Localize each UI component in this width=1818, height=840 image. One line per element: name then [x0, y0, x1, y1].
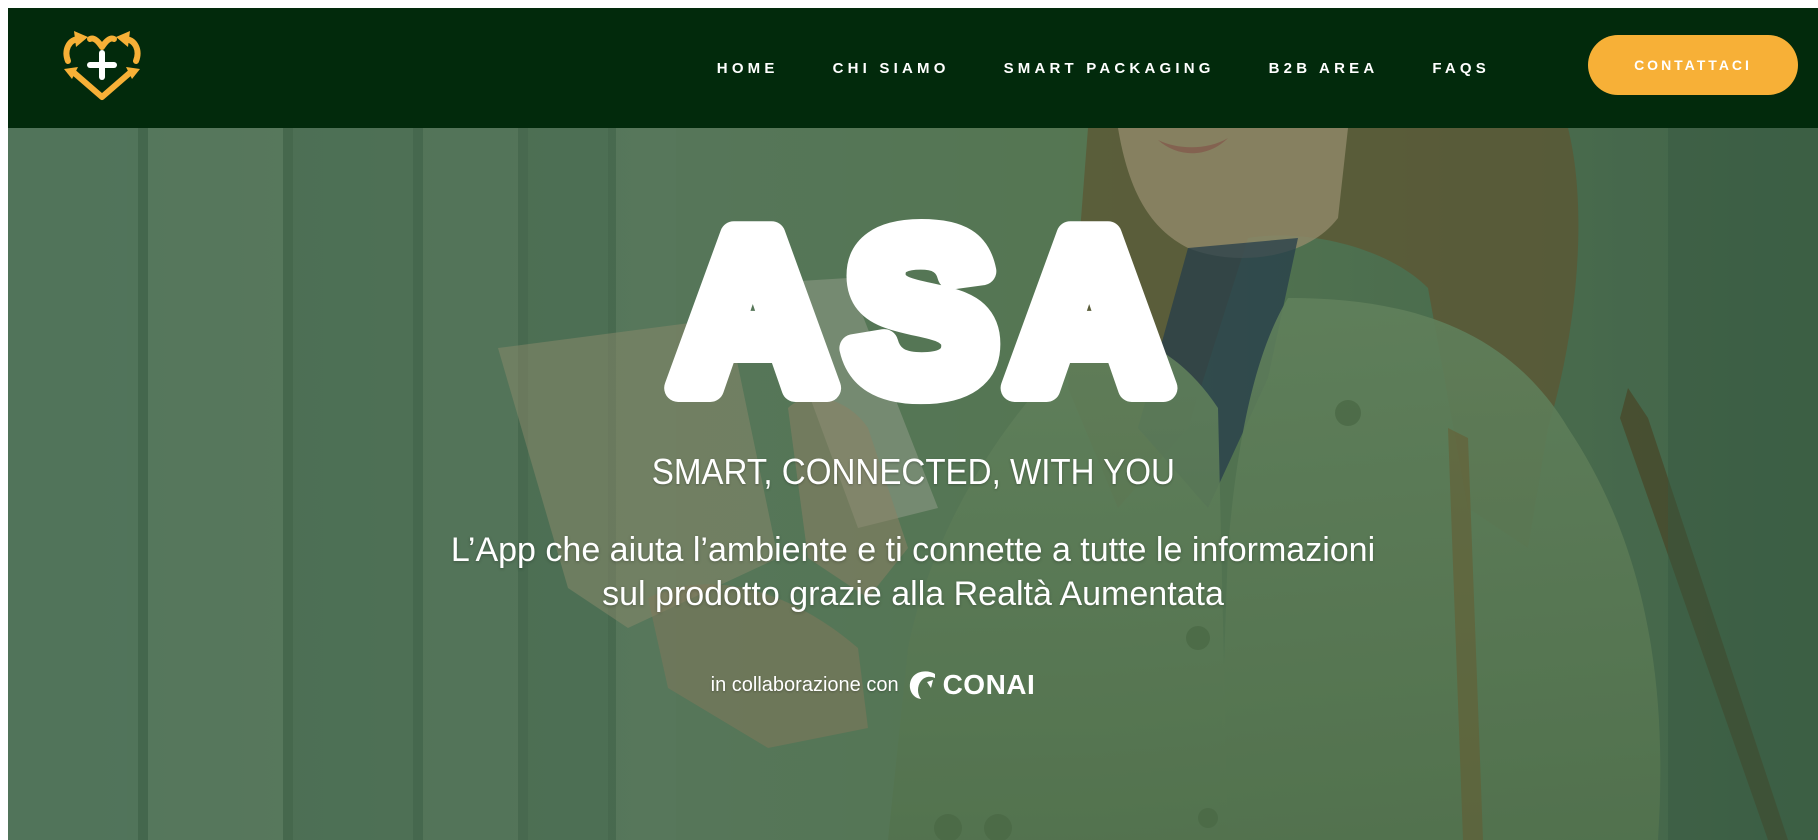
- svg-text:ASA: ASA: [673, 198, 1184, 408]
- hero-tagline-text: SMART, CONNECTED, WITH YOU: [651, 451, 1175, 492]
- main-nav: HOME CHI SIAMO SMART PACKAGING B2B AREA …: [717, 8, 1490, 128]
- hero-section: ASA ASA SMART, CONNECTED, WITH YOU L’App…: [8, 128, 1818, 840]
- collaboration-row: in collaborazione con CONAI: [8, 668, 1778, 702]
- partner-name: CONAI: [942, 669, 1036, 700]
- hero-description-line1: L’App che aiuta l’ambiente e ti connette…: [450, 531, 1376, 569]
- nav-b2b-area[interactable]: B2B AREA: [1269, 60, 1379, 77]
- hero-title: ASA ASA: [659, 198, 1184, 408]
- hero-tagline: SMART, CONNECTED, WITH YOU: [8, 451, 1818, 493]
- hero-description: L’App che aiuta l’ambiente e ti connette…: [8, 528, 1818, 616]
- collab-label: in collaborazione con: [710, 673, 899, 696]
- nav-chi-siamo[interactable]: CHI SIAMO: [833, 60, 950, 77]
- nav-faqs[interactable]: FAQS: [1432, 60, 1490, 77]
- conai-logo-icon[interactable]: CONAI: [907, 668, 1036, 702]
- contattaci-button[interactable]: CONTATTACI: [1588, 35, 1798, 95]
- nav-home[interactable]: HOME: [717, 60, 779, 77]
- recycle-heart-plus-icon[interactable]: [60, 25, 144, 107]
- page: HOME CHI SIAMO SMART PACKAGING B2B AREA …: [8, 8, 1818, 840]
- nav-smart-packaging[interactable]: SMART PACKAGING: [1004, 60, 1215, 77]
- navbar: HOME CHI SIAMO SMART PACKAGING B2B AREA …: [8, 8, 1818, 128]
- hero-description-line2: sul prodotto grazie alla Realtà Aumentat…: [602, 575, 1224, 613]
